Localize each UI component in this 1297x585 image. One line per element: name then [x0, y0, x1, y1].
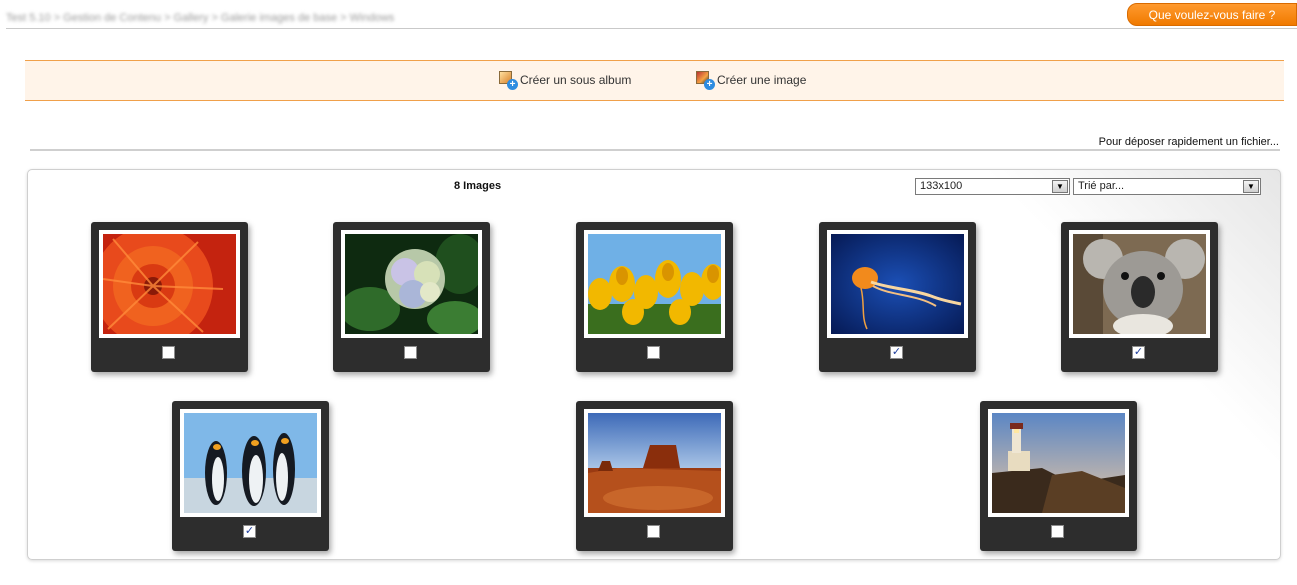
chrysanthemum-thumbnail[interactable]: [103, 234, 236, 334]
create-image-button[interactable]: + Créer une image: [696, 70, 806, 90]
penguins-thumbnail[interactable]: [184, 413, 317, 513]
select-checkbox[interactable]: [1051, 525, 1064, 538]
help-menu-button[interactable]: Que voulez-vous faire ?: [1127, 3, 1297, 26]
add-album-icon: +: [499, 71, 518, 90]
image-card-hydrangeas[interactable]: [333, 222, 490, 372]
create-image-label: Créer une image: [717, 73, 807, 87]
jellyfish-thumbnail[interactable]: [831, 234, 964, 334]
breadcrumb: Test 5.10 > Gestion de Contenu > Gallery…: [6, 12, 395, 24]
create-subalbum-label: Créer un sous album: [520, 73, 632, 87]
thumbnail-frame: [584, 409, 725, 517]
hydrangeas-thumbnail[interactable]: [345, 234, 478, 334]
sort-select[interactable]: Trié par... ▼: [1073, 178, 1261, 195]
thumbnail-frame: [180, 409, 321, 517]
image-card-desert[interactable]: [576, 401, 733, 551]
thumbnail-frame: [99, 230, 240, 338]
select-checkbox[interactable]: ✓: [243, 525, 256, 538]
select-checkbox[interactable]: [647, 525, 660, 538]
image-card-penguins[interactable]: ✓: [172, 401, 329, 551]
action-bar: + Créer un sous album + Créer une image: [25, 60, 1284, 101]
image-card-chrysanthemum[interactable]: [91, 222, 248, 372]
add-image-icon: +: [696, 71, 715, 90]
create-subalbum-button[interactable]: + Créer un sous album: [499, 70, 631, 90]
desert-thumbnail[interactable]: [588, 413, 721, 513]
koala-thumbnail[interactable]: [1073, 234, 1206, 334]
thumbnail-size-value: 133x100: [920, 180, 963, 192]
gallery-panel: 8 Images 133x100 ▼ Trié par... ▼ ✓ ✓ ✓: [27, 169, 1281, 560]
thumbnail-frame: [584, 230, 725, 338]
chevron-down-icon: ▼: [1243, 180, 1259, 193]
upload-divider: [30, 149, 1280, 151]
chevron-down-icon: ▼: [1052, 180, 1068, 193]
select-checkbox[interactable]: ✓: [1132, 346, 1145, 359]
select-checkbox[interactable]: [404, 346, 417, 359]
thumbnail-frame: [988, 409, 1129, 517]
tulips-thumbnail[interactable]: [588, 234, 721, 334]
thumbnail-frame: [1069, 230, 1210, 338]
image-card-jellyfish[interactable]: ✓: [819, 222, 976, 372]
image-count: 8 Images: [454, 180, 502, 192]
thumbnail-frame: [341, 230, 482, 338]
sort-value: Trié par...: [1078, 180, 1125, 192]
thumbnail-size-select[interactable]: 133x100 ▼: [915, 178, 1070, 195]
image-card-koala[interactable]: ✓: [1061, 222, 1218, 372]
image-card-tulips[interactable]: [576, 222, 733, 372]
image-card-lighthouse[interactable]: [980, 401, 1137, 551]
lighthouse-thumbnail[interactable]: [992, 413, 1125, 513]
select-checkbox[interactable]: [162, 346, 175, 359]
select-checkbox[interactable]: [647, 346, 660, 359]
thumbnail-frame: [827, 230, 968, 338]
select-checkbox[interactable]: ✓: [890, 346, 903, 359]
header-divider: [6, 28, 1297, 29]
quick-upload-link[interactable]: Pour déposer rapidement un fichier...: [1099, 136, 1279, 148]
